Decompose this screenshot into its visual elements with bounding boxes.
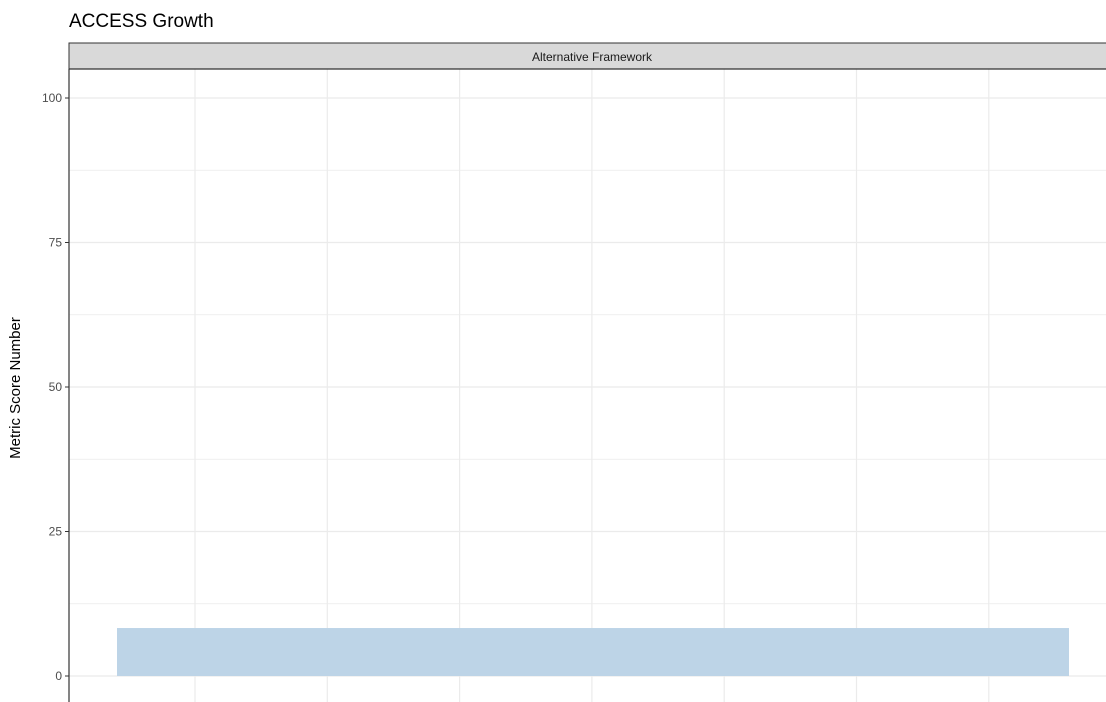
y-tick-label: 100 (42, 91, 62, 105)
y-axis: 0 25 50 75 100 (42, 91, 69, 683)
panel-background (69, 69, 1106, 702)
bar (117, 628, 1069, 676)
bars (117, 628, 1069, 676)
y-tick-label: 75 (49, 236, 63, 250)
y-tick-label: 0 (55, 669, 62, 683)
y-axis-title: Metric Score Number (7, 317, 24, 459)
y-tick-label: 25 (49, 525, 63, 539)
bar-chart: ACCESS Growth Alternative Framework 0 25 5… (7, 11, 1106, 702)
chart-title: ACCESS Growth (69, 11, 214, 32)
chart-root: ACCESS Growth Alternative Framework 0 25 5… (0, 0, 1106, 702)
plot-panel (68, 68, 1106, 702)
facet-strip-label: Alternative Framework (532, 50, 653, 64)
facet-strip: Alternative Framework (68, 42, 1106, 70)
y-tick-label: 50 (49, 380, 63, 394)
